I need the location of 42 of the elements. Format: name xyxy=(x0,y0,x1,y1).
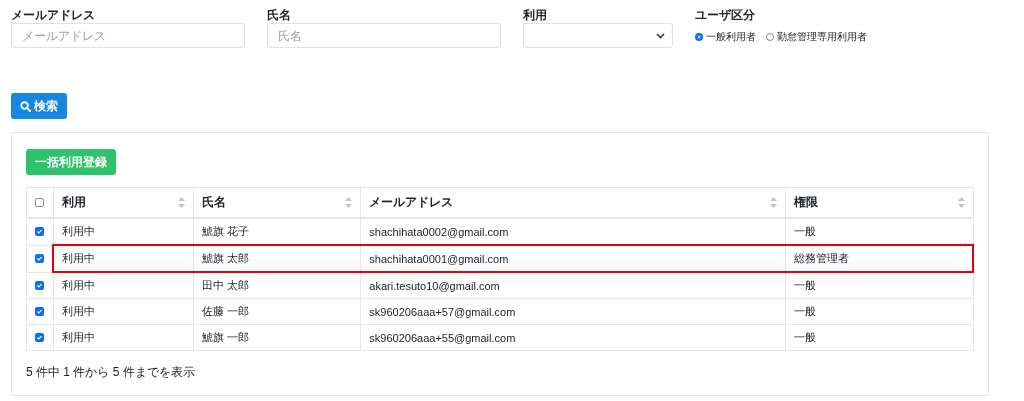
radio-option[interactable]: 一般利用者 xyxy=(695,30,756,44)
row-checkbox[interactable] xyxy=(35,254,44,263)
table-cell: 鯱旗 太郎 xyxy=(193,245,361,272)
radio-option[interactable]: 勤怠管理専用利用者 xyxy=(766,30,867,44)
sort-icon xyxy=(345,197,353,208)
table-cell: 田中 太郎 xyxy=(193,272,361,299)
sort-icon xyxy=(957,197,965,208)
table-cell: 総務管理者 xyxy=(785,245,973,272)
column-header[interactable]: 権限 xyxy=(785,187,973,218)
table-cell: 一般 xyxy=(785,324,973,351)
sort-icon xyxy=(770,197,778,208)
select-all-checkbox[interactable] xyxy=(35,198,44,207)
table-cell: 鯱旗 一郎 xyxy=(193,324,361,351)
search-button[interactable]: 検索 xyxy=(11,93,67,119)
table-cell: sk960206aaa+57@gmail.com xyxy=(360,298,786,325)
field-label: メールアドレス xyxy=(11,8,96,22)
column-header[interactable]: メールアドレス xyxy=(360,187,786,218)
column-header[interactable]: 氏名 xyxy=(193,187,361,218)
table-cell: sk960206aaa+55@gmail.com xyxy=(360,324,786,351)
table-cell: 利用中 xyxy=(53,272,194,299)
field-label: 氏名 xyxy=(267,8,292,22)
chevron-down-icon xyxy=(656,32,665,39)
search-icon xyxy=(20,100,31,112)
table-cell: 一般 xyxy=(785,272,973,299)
column-header[interactable]: 利用 xyxy=(53,187,194,218)
table-cell: 利用中 xyxy=(53,324,194,351)
email-field[interactable]: メールアドレス xyxy=(11,23,245,48)
name-field[interactable]: 氏名 xyxy=(267,23,501,48)
field-label: 利用 xyxy=(523,8,548,22)
table-cell: akari.tesuto10@gmail.com xyxy=(360,272,786,299)
table-cell: 利用中 xyxy=(53,245,194,272)
table-cell: 佐藤 一郎 xyxy=(193,298,361,325)
field-label: ユーザ区分 xyxy=(695,8,756,22)
row-checkbox[interactable] xyxy=(35,307,44,316)
row-checkbox[interactable] xyxy=(35,280,44,290)
table-cell: 利用中 xyxy=(53,298,194,325)
sort-icon xyxy=(178,197,186,208)
row-checkbox[interactable] xyxy=(35,227,44,237)
table-cell: shachihata0001@gmail.com xyxy=(360,245,786,272)
pagination-info: 5 件中 1 件から 5 件までを表示 xyxy=(26,364,196,381)
table-cell: 一般 xyxy=(785,298,973,325)
row-checkbox[interactable] xyxy=(35,333,44,342)
